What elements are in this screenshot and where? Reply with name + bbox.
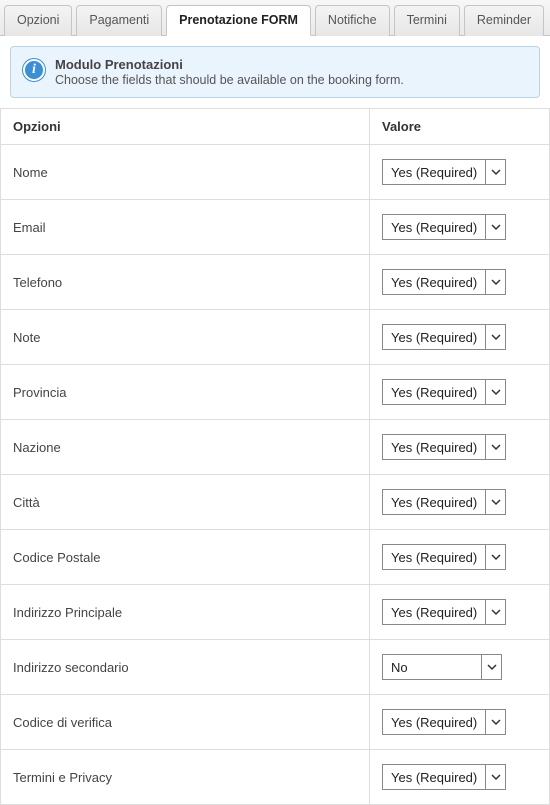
table-row: Indirizzo secondario No	[1, 640, 550, 695]
info-icon: i	[23, 59, 45, 81]
booking-form-settings-panel: Opzioni Pagamenti Prenotazione FORM Noti…	[0, 0, 550, 805]
info-title: Modulo Prenotazioni	[55, 57, 404, 72]
tab-label: Opzioni	[17, 13, 59, 27]
table-row: Provincia Yes (Required)	[1, 365, 550, 420]
chevron-down-icon	[485, 765, 505, 789]
info-desc: Choose the fields that should be availab…	[55, 73, 404, 87]
select-label: Yes (Required)	[383, 715, 485, 730]
field-label: Codice Postale	[1, 530, 370, 585]
field-label: Indirizzo secondario	[1, 640, 370, 695]
tab-prenotazione-form[interactable]: Prenotazione FORM	[166, 5, 311, 36]
field-label: Codice di verifica	[1, 695, 370, 750]
tab-label: Reminder	[477, 13, 531, 27]
field-label: Note	[1, 310, 370, 365]
tab-opzioni[interactable]: Opzioni	[4, 5, 72, 36]
chevron-down-icon	[485, 600, 505, 624]
table-row: Nome Yes (Required)	[1, 145, 550, 200]
header-value: Valore	[370, 109, 550, 145]
field-label: Indirizzo Principale	[1, 585, 370, 640]
select-label: Yes (Required)	[383, 605, 485, 620]
table-row: Email Yes (Required)	[1, 200, 550, 255]
select-label: Yes (Required)	[383, 550, 485, 565]
chevron-down-icon	[485, 215, 505, 239]
info-text: Modulo Prenotazioni Choose the fields th…	[55, 57, 404, 87]
field-value-select[interactable]: No	[382, 654, 502, 680]
field-value-select[interactable]: Yes (Required)	[382, 434, 506, 460]
table-row: Nazione Yes (Required)	[1, 420, 550, 475]
tab-label: Prenotazione FORM	[179, 13, 298, 27]
field-label: Nome	[1, 145, 370, 200]
tab-reminder[interactable]: Reminder	[464, 5, 544, 36]
select-label: Yes (Required)	[383, 275, 485, 290]
field-label: Telefono	[1, 255, 370, 310]
field-value-select[interactable]: Yes (Required)	[382, 214, 506, 240]
field-value-select[interactable]: Yes (Required)	[382, 489, 506, 515]
select-label: Yes (Required)	[383, 495, 485, 510]
field-label: Città	[1, 475, 370, 530]
field-value-select[interactable]: Yes (Required)	[382, 324, 506, 350]
table-row: Codice Postale Yes (Required)	[1, 530, 550, 585]
field-value-select[interactable]: Yes (Required)	[382, 709, 506, 735]
select-label: No	[383, 660, 481, 675]
chevron-down-icon	[485, 380, 505, 404]
select-label: Yes (Required)	[383, 165, 485, 180]
table-row: Indirizzo Principale Yes (Required)	[1, 585, 550, 640]
select-label: Yes (Required)	[383, 220, 485, 235]
tab-termini[interactable]: Termini	[394, 5, 460, 36]
field-value-select[interactable]: Yes (Required)	[382, 269, 506, 295]
table-row: Note Yes (Required)	[1, 310, 550, 365]
field-value-select[interactable]: Yes (Required)	[382, 379, 506, 405]
chevron-down-icon	[481, 655, 501, 679]
chevron-down-icon	[485, 325, 505, 349]
select-label: Yes (Required)	[383, 440, 485, 455]
select-label: Yes (Required)	[383, 770, 485, 785]
field-value-select[interactable]: Yes (Required)	[382, 599, 506, 625]
chevron-down-icon	[485, 710, 505, 734]
field-label: Termini e Privacy	[1, 750, 370, 805]
field-value-select[interactable]: Yes (Required)	[382, 159, 506, 185]
tab-label: Termini	[407, 13, 447, 27]
field-value-select[interactable]: Yes (Required)	[382, 764, 506, 790]
chevron-down-icon	[485, 435, 505, 459]
tab-pagamenti[interactable]: Pagamenti	[76, 5, 162, 36]
table-header-row: Opzioni Valore	[1, 109, 550, 145]
table-row: Città Yes (Required)	[1, 475, 550, 530]
table-row: Codice di verifica Yes (Required)	[1, 695, 550, 750]
table-row: Termini e Privacy Yes (Required)	[1, 750, 550, 805]
select-label: Yes (Required)	[383, 385, 485, 400]
tab-bar: Opzioni Pagamenti Prenotazione FORM Noti…	[0, 0, 550, 36]
chevron-down-icon	[485, 270, 505, 294]
chevron-down-icon	[485, 160, 505, 184]
field-label: Nazione	[1, 420, 370, 475]
info-box: i Modulo Prenotazioni Choose the fields …	[10, 46, 540, 98]
tab-label: Notifiche	[328, 13, 377, 27]
select-label: Yes (Required)	[383, 330, 485, 345]
field-label: Provincia	[1, 365, 370, 420]
chevron-down-icon	[485, 545, 505, 569]
table-row: Telefono Yes (Required)	[1, 255, 550, 310]
chevron-down-icon	[485, 490, 505, 514]
field-label: Email	[1, 200, 370, 255]
tab-notifiche[interactable]: Notifiche	[315, 5, 390, 36]
tab-label: Pagamenti	[89, 13, 149, 27]
field-value-select[interactable]: Yes (Required)	[382, 544, 506, 570]
fields-table: Opzioni Valore Nome Yes (Required) Email	[0, 108, 550, 805]
header-option: Opzioni	[1, 109, 370, 145]
